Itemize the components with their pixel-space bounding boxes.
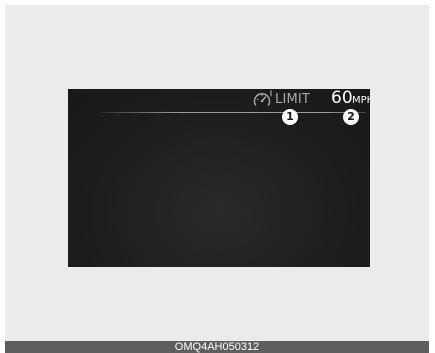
figure-code-caption: OMQ4AH050312 <box>174 341 260 353</box>
speed-limit-gauge-icon <box>253 90 272 106</box>
header-divider-line <box>102 112 366 113</box>
illustration-frame: LIMIT 60 MPH 1 2 <box>5 5 429 341</box>
speed-limit-value: 60 <box>331 89 353 108</box>
callout-marker-1: 1 <box>282 109 298 125</box>
caption-bar: OMQ4AH050312 <box>5 341 429 353</box>
limit-label: LIMIT <box>275 92 311 107</box>
speed-unit-label: MPH <box>352 95 370 106</box>
manual-illustration: LIMIT 60 MPH 1 2 OMQ4AH050312 <box>0 0 435 353</box>
cluster-display-screen: LIMIT 60 MPH 1 2 <box>68 89 370 267</box>
callout-marker-2: 2 <box>343 109 359 125</box>
